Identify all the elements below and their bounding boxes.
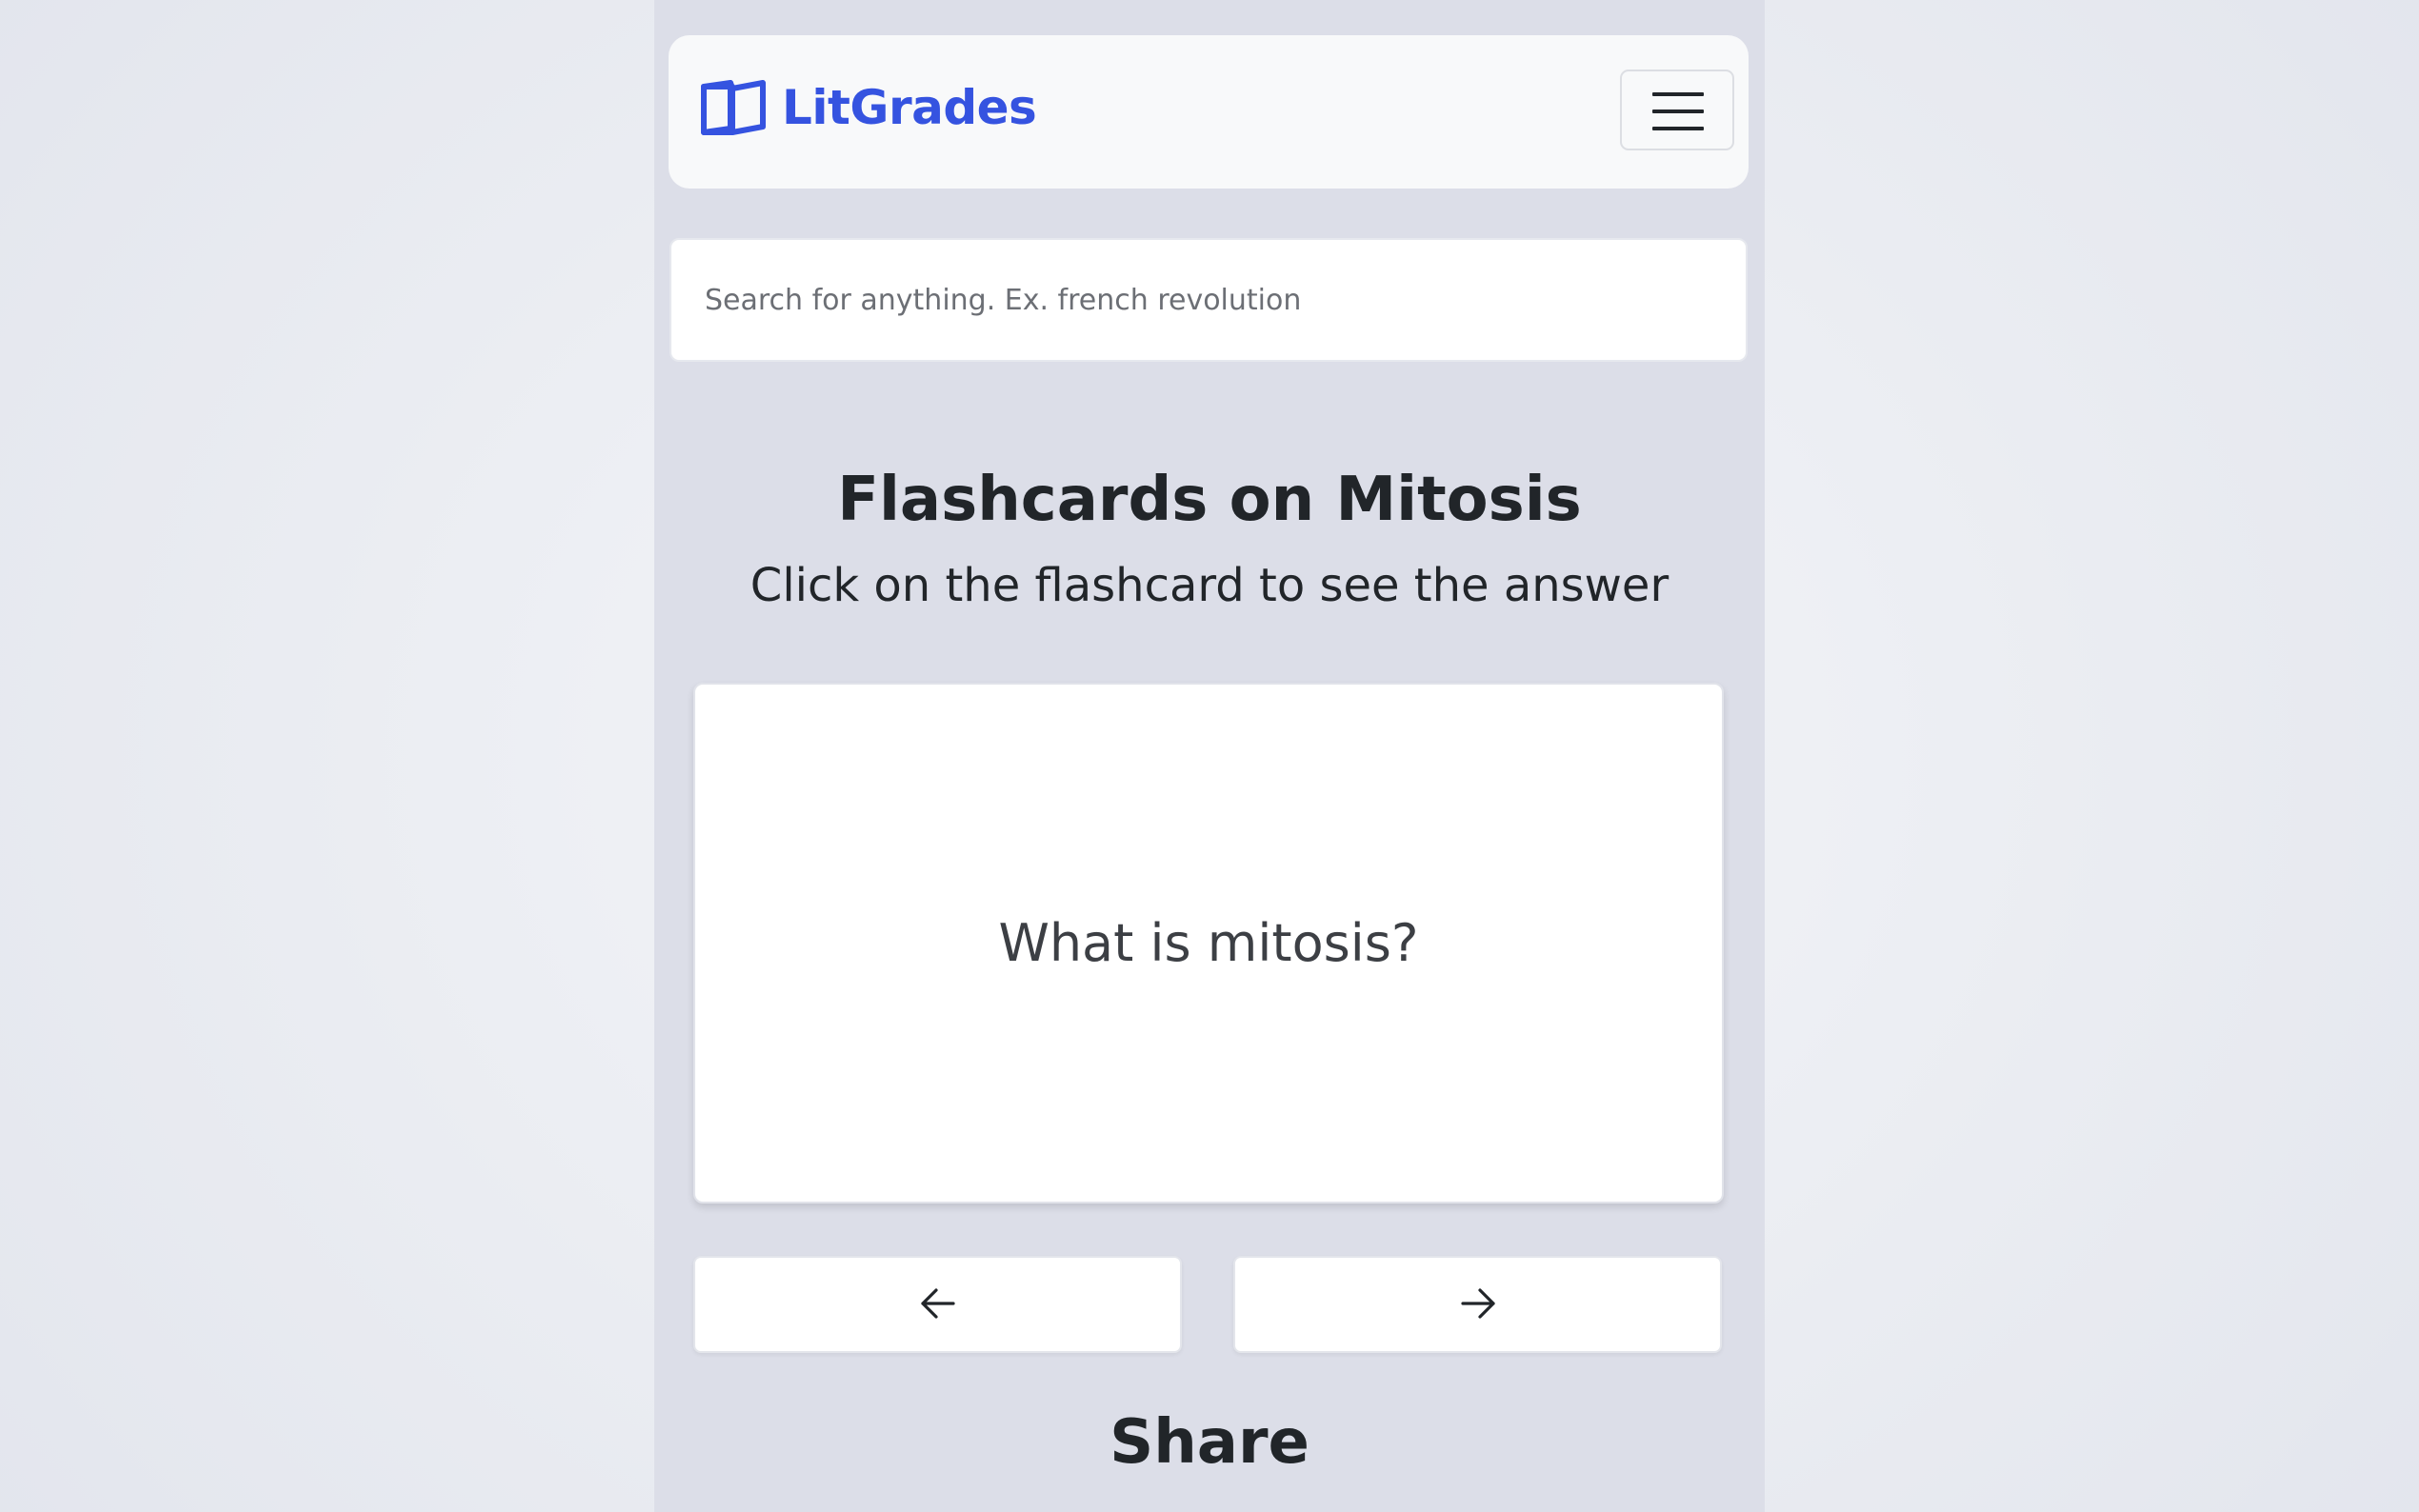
previous-card-button[interactable]: [693, 1256, 1182, 1353]
next-card-button[interactable]: [1233, 1256, 1722, 1353]
page-subtitle: Click on the flashcard to see the answer: [750, 559, 1669, 612]
brand-link[interactable]: LitGrades: [698, 77, 1037, 138]
arrow-right-icon: [1459, 1287, 1497, 1323]
page-container: LitGrades Flashcards on Mitosis Click on…: [654, 0, 1765, 1512]
flashcard-question: What is mitosis?: [998, 913, 1419, 973]
arrow-left-icon: [919, 1287, 957, 1323]
page-title: Flashcards on Mitosis: [837, 465, 1582, 535]
open-book-icon: [698, 77, 769, 138]
search-input[interactable]: [670, 238, 1748, 362]
flashcard[interactable]: What is mitosis?: [693, 683, 1724, 1204]
navbar: LitGrades: [669, 35, 1749, 189]
menu-toggle-button[interactable]: [1620, 70, 1734, 150]
share-heading: Share: [1110, 1407, 1309, 1478]
brand-name: LitGrades: [782, 80, 1037, 135]
